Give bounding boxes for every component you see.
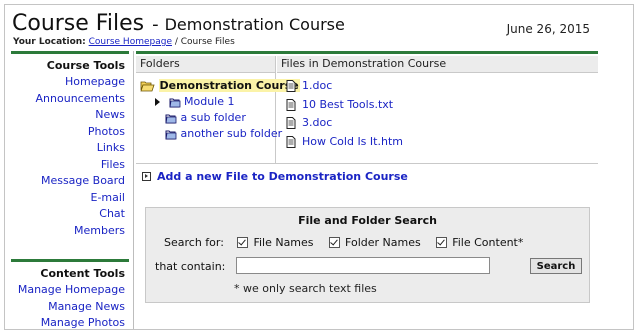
- file-item[interactable]: 3.doc: [286, 115, 403, 131]
- file-content-checkbox[interactable]: [436, 236, 448, 248]
- sidebar-item-news[interactable]: News: [11, 107, 129, 124]
- breadcrumb-link-course-homepage[interactable]: Course Homepage: [89, 37, 172, 47]
- folder-item-module-1[interactable]: Module 1: [140, 94, 274, 110]
- breadcrumb-separator: /: [171, 37, 181, 47]
- file-list: 1.doc 10 Best Tools.txt 3.doc How Cold I…: [286, 78, 403, 152]
- current-date: June 26, 2015: [506, 22, 590, 36]
- content-tools-heading: Content Tools: [11, 259, 129, 282]
- search-options-row: Search for: File Names Folder Names File…: [164, 236, 525, 249]
- sidebar-item-chat[interactable]: Chat: [11, 206, 129, 223]
- search-for-label: Search for:: [164, 236, 224, 249]
- location-label: Your Location:: [13, 37, 86, 47]
- sidebar-item-email[interactable]: E-mail: [11, 190, 129, 207]
- file-item[interactable]: 1.doc: [286, 78, 403, 94]
- page-title: Course Files - Demonstration Course: [12, 11, 345, 36]
- add-file-label: Add a new File to Demonstration Course: [157, 170, 408, 183]
- folder-open-icon: [140, 81, 155, 92]
- file-item[interactable]: 10 Best Tools.txt: [286, 97, 403, 113]
- file-name: 1.doc: [302, 79, 333, 92]
- file-browser: Folders Files in Demonstration Course De…: [136, 56, 598, 164]
- sidebar-item-announcements[interactable]: Announcements: [11, 91, 129, 108]
- pane-bottom-border: [136, 163, 598, 164]
- arrow-right-icon: [142, 171, 151, 181]
- file-name: 3.doc: [302, 116, 333, 129]
- expand-arrow-icon[interactable]: [154, 97, 162, 107]
- folder-label: another sub folder: [180, 127, 283, 140]
- course-tools-heading: Course Tools: [11, 51, 129, 74]
- pane-divider: [275, 56, 276, 163]
- folder-tree: Demonstration Course Module 1 a sub fold…: [140, 78, 300, 142]
- document-icon: [286, 135, 296, 148]
- sidebar-item-manage-photos[interactable]: Manage Photos: [11, 315, 129, 329]
- search-panel-title: File and Folder Search: [298, 214, 437, 227]
- sidebar-item-photos[interactable]: Photos: [11, 124, 129, 141]
- folder-names-checkbox[interactable]: [329, 236, 341, 248]
- file-names-checkbox[interactable]: [237, 236, 249, 248]
- folder-label: a sub folder: [180, 111, 246, 124]
- page-frame: Course Files - Demonstration Course June 2…: [4, 4, 634, 330]
- sidebar-item-files[interactable]: Files: [11, 157, 129, 174]
- file-item[interactable]: How Cold Is It.htm: [286, 134, 403, 150]
- document-icon: [286, 117, 296, 129]
- breadcrumb: Your Location: Course Homepage / Course …: [13, 37, 235, 47]
- course-tools-list: Homepage Announcements News Photos Links…: [11, 74, 129, 239]
- search-button[interactable]: Search: [530, 258, 582, 274]
- search-panel: File and Folder Search Search for: File …: [145, 207, 590, 303]
- sidebar-item-homepage[interactable]: Homepage: [11, 74, 129, 91]
- file-content-label: File Content*: [452, 236, 524, 249]
- folder-item-another-sub-folder[interactable]: another sub folder: [140, 126, 282, 142]
- document-icon: [286, 98, 296, 111]
- document-icon: [286, 80, 296, 92]
- files-pane-header: Files in Demonstration Course: [277, 56, 598, 73]
- add-file-link[interactable]: Add a new File to Demonstration Course: [142, 170, 408, 183]
- file-name: How Cold Is It.htm: [302, 134, 403, 148]
- file-names-label: File Names: [253, 236, 314, 249]
- breadcrumb-current: Course Files: [180, 37, 235, 47]
- folder-item-a-sub-folder[interactable]: a sub folder: [140, 110, 274, 126]
- file-name: 10 Best Tools.txt: [302, 97, 394, 111]
- folder-label: Demonstration Course: [158, 79, 300, 92]
- contain-label: that contain:: [155, 260, 226, 273]
- folder-icon: [169, 98, 180, 108]
- course-name: Demonstration Course: [164, 15, 345, 34]
- content-tools-section: Content Tools Manage Homepage Manage New…: [11, 259, 129, 329]
- sidebar-item-manage-homepage[interactable]: Manage Homepage: [11, 282, 129, 299]
- sidebar: Course Tools Homepage Announcements News…: [11, 51, 129, 329]
- content-tools-list: Manage Homepage Manage News Manage Photo…: [11, 282, 129, 329]
- main-accent-bar: [136, 51, 598, 54]
- search-note: * we only search text files: [234, 282, 377, 295]
- folder-item-demonstration-course[interactable]: Demonstration Course: [140, 78, 300, 94]
- folder-icon: [165, 130, 177, 140]
- folder-label: Module 1: [184, 95, 235, 108]
- page-title-text: Course Files: [12, 11, 145, 36]
- sidebar-item-links[interactable]: Links: [11, 140, 129, 157]
- sidebar-item-message-board[interactable]: Message Board: [11, 173, 129, 190]
- sidebar-item-members[interactable]: Members: [11, 223, 129, 240]
- search-input[interactable]: [236, 257, 490, 274]
- sidebar-divider: [133, 51, 134, 329]
- folder-icon: [165, 114, 177, 124]
- folders-pane-header: Folders: [136, 56, 276, 73]
- sidebar-item-manage-news[interactable]: Manage News: [11, 299, 129, 316]
- folder-names-label: Folder Names: [345, 236, 421, 249]
- main-content: Folders Files in Demonstration Course De…: [136, 51, 598, 303]
- title-separator: -: [152, 14, 159, 35]
